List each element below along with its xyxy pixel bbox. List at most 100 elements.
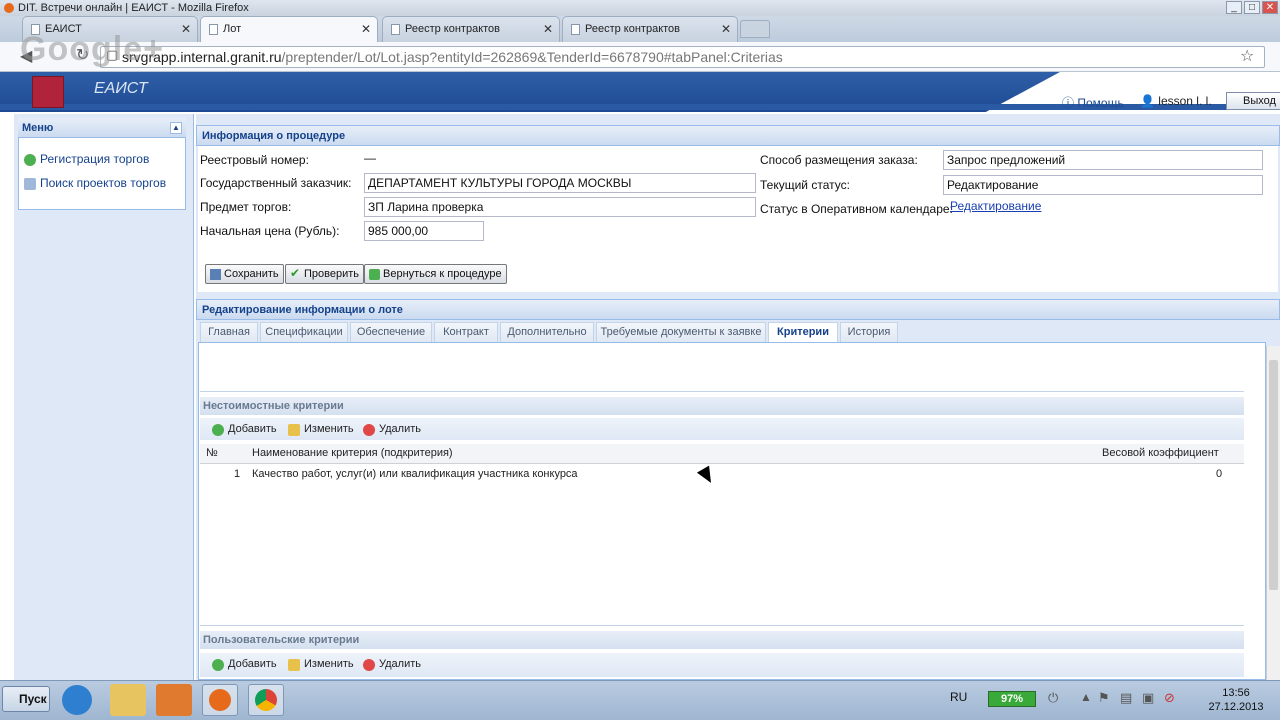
power-plug-icon[interactable]: ⏻ <box>1048 690 1058 706</box>
url-text: srvgrapp.internal.granit.ru/preptender/L… <box>122 49 783 65</box>
back-arrow-icon <box>369 269 380 280</box>
add-button[interactable]: Добавить <box>212 658 277 671</box>
menu-item-register[interactable]: Регистрация торгов <box>24 152 149 166</box>
column-number[interactable]: № <box>206 447 218 459</box>
criteria-grid-header: № Наименование критерия (подкритерия) Ве… <box>200 444 1244 464</box>
criteria-grid-body <box>200 464 1244 626</box>
window-title-bar: DIT. Встречи онлайн | ЕАИСТ - Mozilla Fi… <box>0 0 1280 16</box>
firefox-icon <box>209 689 231 711</box>
chrome-icon <box>255 689 277 711</box>
close-tab-icon[interactable]: ✕ <box>721 17 731 41</box>
delete-icon <box>363 424 375 436</box>
customer-label: Государственный заказчик: <box>200 176 352 190</box>
tab-history[interactable]: История <box>840 322 898 342</box>
volume-muted-icon[interactable]: ⊘ <box>1164 690 1175 706</box>
new-tab-button[interactable] <box>740 20 770 38</box>
minimize-button[interactable]: _ <box>1226 1 1242 14</box>
firefox-taskbar-icon[interactable] <box>202 684 238 716</box>
add-circle-icon <box>24 154 36 166</box>
help-link[interactable]: ⓘ Помощь <box>1062 94 1124 111</box>
tab-main[interactable]: Главная <box>200 322 258 342</box>
exit-button[interactable]: Выход <box>1226 92 1280 110</box>
user-name: 👤 lesson l. l. <box>1140 94 1212 108</box>
vertical-scrollbar[interactable] <box>1266 346 1280 680</box>
help-icon: ⓘ <box>1062 96 1078 110</box>
subject-label: Предмет торгов: <box>200 200 292 214</box>
price-label: Начальная цена (Рубль): <box>200 224 340 238</box>
close-tab-icon[interactable]: ✕ <box>361 17 371 41</box>
explorer-folder-icon[interactable] <box>110 684 146 716</box>
media-player-icon[interactable] <box>156 684 192 716</box>
menu-header: Меню ▲ <box>18 118 186 138</box>
registry-number-value: — <box>364 151 376 165</box>
delete-button[interactable]: Удалить <box>363 423 421 436</box>
language-indicator[interactable]: RU <box>950 690 967 704</box>
scrollbar-thumb[interactable] <box>1269 360 1278 590</box>
close-tab-icon[interactable]: ✕ <box>543 17 553 41</box>
custom-criteria-header: Пользовательские критерии <box>200 631 1244 649</box>
add-icon <box>212 424 224 436</box>
procedure-header: Информация о процедуре <box>196 125 1280 146</box>
calendar-status-label: Статус в Оперативном календаре: <box>760 202 953 216</box>
delete-button[interactable]: Удалить <box>363 658 421 671</box>
save-icon <box>210 269 221 280</box>
flag-icon[interactable]: ⚑ <box>1098 690 1110 706</box>
method-label: Способ размещения заказа: <box>760 153 918 167</box>
battery-indicator[interactable]: 97% <box>988 691 1036 707</box>
tab-additional[interactable]: Дополнительно <box>500 322 594 342</box>
check-icon: ✔ <box>290 266 301 280</box>
tray-expand-icon[interactable]: ▲ <box>1080 690 1092 704</box>
column-name[interactable]: Наименование критерия (подкритерия) <box>252 447 453 459</box>
check-button[interactable]: ✔ Проверить <box>285 264 365 284</box>
clock[interactable]: 13:56 27.12.2013 <box>1196 686 1276 714</box>
close-tab-icon[interactable]: ✕ <box>181 17 191 41</box>
collapse-icon[interactable]: ▲ <box>170 122 182 134</box>
tab-security[interactable]: Обеспечение <box>350 322 432 342</box>
column-weight[interactable]: Весовой коэффициент <box>1102 447 1219 459</box>
tab-criteria[interactable]: Критерии <box>768 322 838 342</box>
nonvalue-criteria-header: Нестоимостные критерии <box>200 397 1244 415</box>
customer-field[interactable]: ДЕПАРТАМЕНТ КУЛЬТУРЫ ГОРОДА МОСКВЫ <box>364 173 756 193</box>
app-name: ЕАИСТ <box>94 80 148 97</box>
start-button[interactable]: Пуск <box>2 686 50 712</box>
registry-number-label: Реестровый номер: <box>200 153 309 167</box>
row-criteria-name: Качество работ, услуг(и) или квалификаци… <box>252 468 578 480</box>
price-field[interactable]: 985 000,00 <box>364 221 484 241</box>
maximize-button[interactable]: □ <box>1244 1 1260 14</box>
row-weight: 0 <box>1216 468 1223 480</box>
back-to-procedure-button[interactable]: Вернуться к процедуре <box>364 264 507 284</box>
subject-field[interactable]: ЗП Ларина проверка <box>364 197 756 217</box>
browser-tab-registry-1[interactable]: Реестр контрактов ✕ <box>382 16 560 42</box>
bookmark-star-icon[interactable]: ☆ <box>1240 46 1254 66</box>
chrome-taskbar-icon[interactable] <box>248 684 284 716</box>
calendar-status-link[interactable]: Редактирование <box>950 199 1041 213</box>
save-button[interactable]: Сохранить <box>205 264 284 284</box>
browser-tab-registry-2[interactable]: Реестр контрактов ✕ <box>562 16 738 42</box>
internet-explorer-icon[interactable] <box>62 685 92 715</box>
window-title: DIT. Встречи онлайн | ЕАИСТ - Mozilla Fi… <box>18 2 249 14</box>
page-icon <box>571 24 580 35</box>
menu-item-search[interactable]: Поиск проектов торгов <box>24 176 166 190</box>
network-icon[interactable]: ▤ <box>1120 690 1132 706</box>
page-icon <box>391 24 400 35</box>
page-icon <box>209 24 218 35</box>
status-field[interactable]: Редактирование <box>943 175 1263 195</box>
add-button[interactable]: Добавить <box>212 423 277 436</box>
firefox-icon <box>4 3 14 13</box>
method-field[interactable]: Запрос предложений <box>943 150 1263 170</box>
tab-required-documents[interactable]: Требуемые документы к заявке <box>596 322 766 342</box>
tab-contract[interactable]: Контракт <box>434 322 498 342</box>
table-row[interactable]: 1 Качество работ, услуг(и) или квалифика… <box>200 465 1244 483</box>
lot-header: Редактирование информации о лоте <box>196 299 1280 320</box>
browser-tab-lot[interactable]: Лот ✕ <box>200 16 378 42</box>
tab-specifications[interactable]: Спецификации <box>260 322 348 342</box>
edit-icon <box>288 424 300 436</box>
search-icon <box>24 178 36 190</box>
edit-icon <box>288 659 300 671</box>
status-label: Текущий статус: <box>760 178 850 192</box>
edit-button[interactable]: Изменить <box>288 423 354 436</box>
custom-criteria-toolbar: Добавить Изменить Удалить <box>200 653 1244 677</box>
close-window-button[interactable]: ✕ <box>1262 1 1278 14</box>
display-icon[interactable]: ▣ <box>1142 690 1154 706</box>
edit-button[interactable]: Изменить <box>288 658 354 671</box>
